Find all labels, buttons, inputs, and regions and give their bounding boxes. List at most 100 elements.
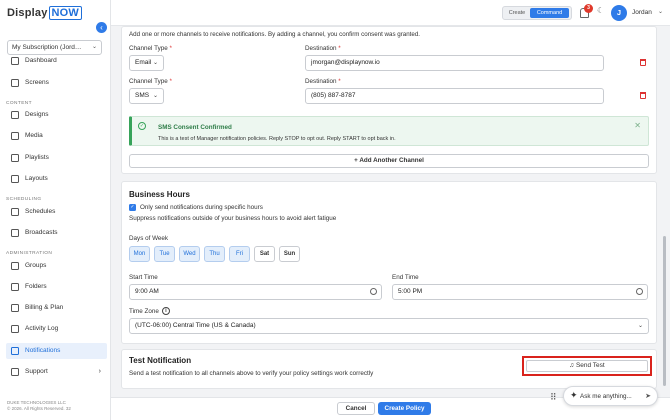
sidebar: Display NOW ‹ My Subscription (Jord… ⌄ Da… [0, 0, 111, 420]
sidebar-item-notifications[interactable]: Notifications [6, 343, 107, 359]
send-test-highlight: ♫ Send Test [522, 356, 652, 376]
dark-mode-icon[interactable]: ☾ [597, 6, 604, 15]
groups-icon [11, 262, 19, 270]
sidebar-item-playlists[interactable]: Playlists [6, 150, 107, 166]
channel-type-label: Channel Type * [129, 45, 172, 52]
mode-create-button[interactable]: Create [505, 8, 529, 18]
timezone-select[interactable]: (UTC-06:00) Central Time (US & Canada) ⌄ [129, 318, 649, 334]
timezone-label: Time Zone [129, 308, 159, 315]
mode-toggle: Create Command [502, 6, 572, 20]
notification-count-badge: 3 [584, 4, 593, 13]
check-circle-icon: ✓ [138, 122, 146, 130]
dashboard-icon [11, 57, 19, 65]
playlist-icon [11, 154, 19, 162]
destination-label: Destination * [305, 78, 341, 85]
design-icon [11, 111, 19, 119]
info-icon[interactable]: i [162, 307, 170, 315]
day-wed[interactable]: Wed [179, 246, 200, 262]
cancel-button[interactable]: Cancel [337, 402, 375, 415]
chevron-down-icon: ⌄ [152, 93, 158, 99]
sms-consent-alert: ✓ SMS Consent Confirmed This is a test o… [129, 116, 649, 146]
avatar[interactable]: J [611, 5, 627, 21]
section-label-scheduling: SCHEDULING [6, 197, 42, 202]
bell-icon: ♫ [569, 362, 576, 369]
sidebar-item-screens[interactable]: Screens [6, 75, 107, 91]
consent-message: This is a test of Manager notification p… [158, 136, 396, 142]
subscription-value: My Subscription (Jord… [12, 44, 82, 51]
chevron-right-icon: › [98, 368, 101, 375]
end-time-label: End Time [392, 274, 419, 281]
sidebar-item-support[interactable]: Support › [6, 364, 107, 380]
start-time-label: Start Time [129, 274, 158, 281]
folder-icon [11, 283, 19, 291]
day-mon[interactable]: Mon [129, 246, 150, 262]
start-time-field[interactable]: 9:00 AM [129, 284, 382, 300]
section-label-administration: ADMINISTRATION [6, 251, 53, 256]
layout-icon [11, 175, 19, 183]
business-hours-title: Business Hours [129, 190, 190, 199]
clock-icon [636, 288, 643, 295]
destination-field[interactable]: (805) 887-8787 [305, 88, 604, 104]
chevron-down-icon[interactable]: ⌄ [658, 8, 663, 15]
checkbox-label: Only send notifications during specific … [140, 204, 263, 211]
bell-icon [11, 347, 19, 355]
media-icon [11, 132, 19, 140]
consent-title: SMS Consent Confirmed [158, 124, 232, 131]
sidebar-item-designs[interactable]: Designs [6, 107, 107, 123]
copyright: DUKE TECHNOLOGIES LLC © 2026. All Rights… [7, 400, 71, 411]
channel-type-select[interactable]: Email ⌄ [129, 55, 164, 71]
close-icon[interactable]: ✕ [634, 121, 641, 130]
day-sat[interactable]: Sat [254, 246, 275, 262]
billing-icon [11, 304, 19, 312]
send-test-button[interactable]: ♫ Send Test [526, 360, 648, 372]
sidebar-item-dashboard[interactable]: Dashboard [6, 53, 107, 69]
sidebar-item-schedules[interactable]: Schedules [6, 204, 107, 220]
send-icon[interactable]: ➤ [645, 392, 651, 400]
sparkle-icon: ✦ [570, 390, 578, 400]
clock-icon [370, 288, 377, 295]
end-time-field[interactable]: 5:00 PM [392, 284, 648, 300]
channel-type-select[interactable]: SMS ⌄ [129, 88, 164, 104]
sidebar-item-folders[interactable]: Folders [6, 279, 107, 295]
day-tue[interactable]: Tue [154, 246, 175, 262]
day-fri[interactable]: Fri [229, 246, 250, 262]
add-channel-button[interactable]: + Add Another Channel [129, 154, 649, 168]
sidebar-item-groups[interactable]: Groups [6, 258, 107, 274]
calendar-icon [11, 208, 19, 216]
sidebar-item-media[interactable]: Media [6, 128, 107, 144]
drag-handle-icon[interactable]: ⠿ [550, 392, 557, 403]
day-sun[interactable]: Sun [279, 246, 300, 262]
create-policy-button[interactable]: Create Policy [378, 402, 431, 415]
business-hours-hint: Suppress notifications outside of your b… [129, 215, 337, 222]
chevron-down-icon: ⌄ [637, 323, 643, 329]
chevron-left-icon: ‹ [100, 23, 103, 32]
mode-command-button[interactable]: Command [530, 8, 569, 18]
delete-channel-trash-icon[interactable] [640, 59, 646, 66]
test-notification-description: Send a test notification to all channels… [129, 370, 374, 377]
chevron-down-icon: ⌄ [152, 60, 158, 66]
days-label: Days of Week [129, 235, 169, 242]
sidebar-item-layouts[interactable]: Layouts [6, 171, 107, 187]
delete-channel-trash-icon[interactable] [640, 92, 646, 99]
business-hours-checkbox[interactable]: ✓ [129, 204, 136, 211]
collapse-sidebar-button[interactable]: ‹ [96, 22, 107, 33]
broadcast-icon [11, 229, 19, 237]
top-bar: Create Command 3 ☾ J Jordan ⌄ [111, 0, 670, 26]
log-icon [11, 325, 19, 333]
channels-intro: Add one or more channels to receive noti… [129, 31, 420, 38]
sidebar-item-billing[interactable]: Billing & Plan [6, 300, 107, 316]
destination-label: Destination * [305, 45, 341, 52]
assistant-placeholder: Ask me anything... [580, 393, 632, 400]
sidebar-item-activity-log[interactable]: Activity Log [6, 321, 107, 337]
screen-icon [11, 79, 19, 87]
support-icon [11, 368, 19, 376]
destination-field[interactable]: jmorgan@displaynow.io [305, 55, 604, 71]
user-name[interactable]: Jordan [632, 9, 652, 16]
test-notification-title: Test Notification [129, 356, 192, 365]
channel-type-label: Channel Type * [129, 78, 172, 85]
sidebar-item-broadcasts[interactable]: Broadcasts [6, 225, 107, 241]
app-logo[interactable]: Display NOW [7, 6, 83, 20]
scrollbar[interactable] [663, 236, 666, 386]
assistant-input[interactable]: ✦ Ask me anything... ➤ [563, 386, 658, 406]
day-thu[interactable]: Thu [204, 246, 225, 262]
